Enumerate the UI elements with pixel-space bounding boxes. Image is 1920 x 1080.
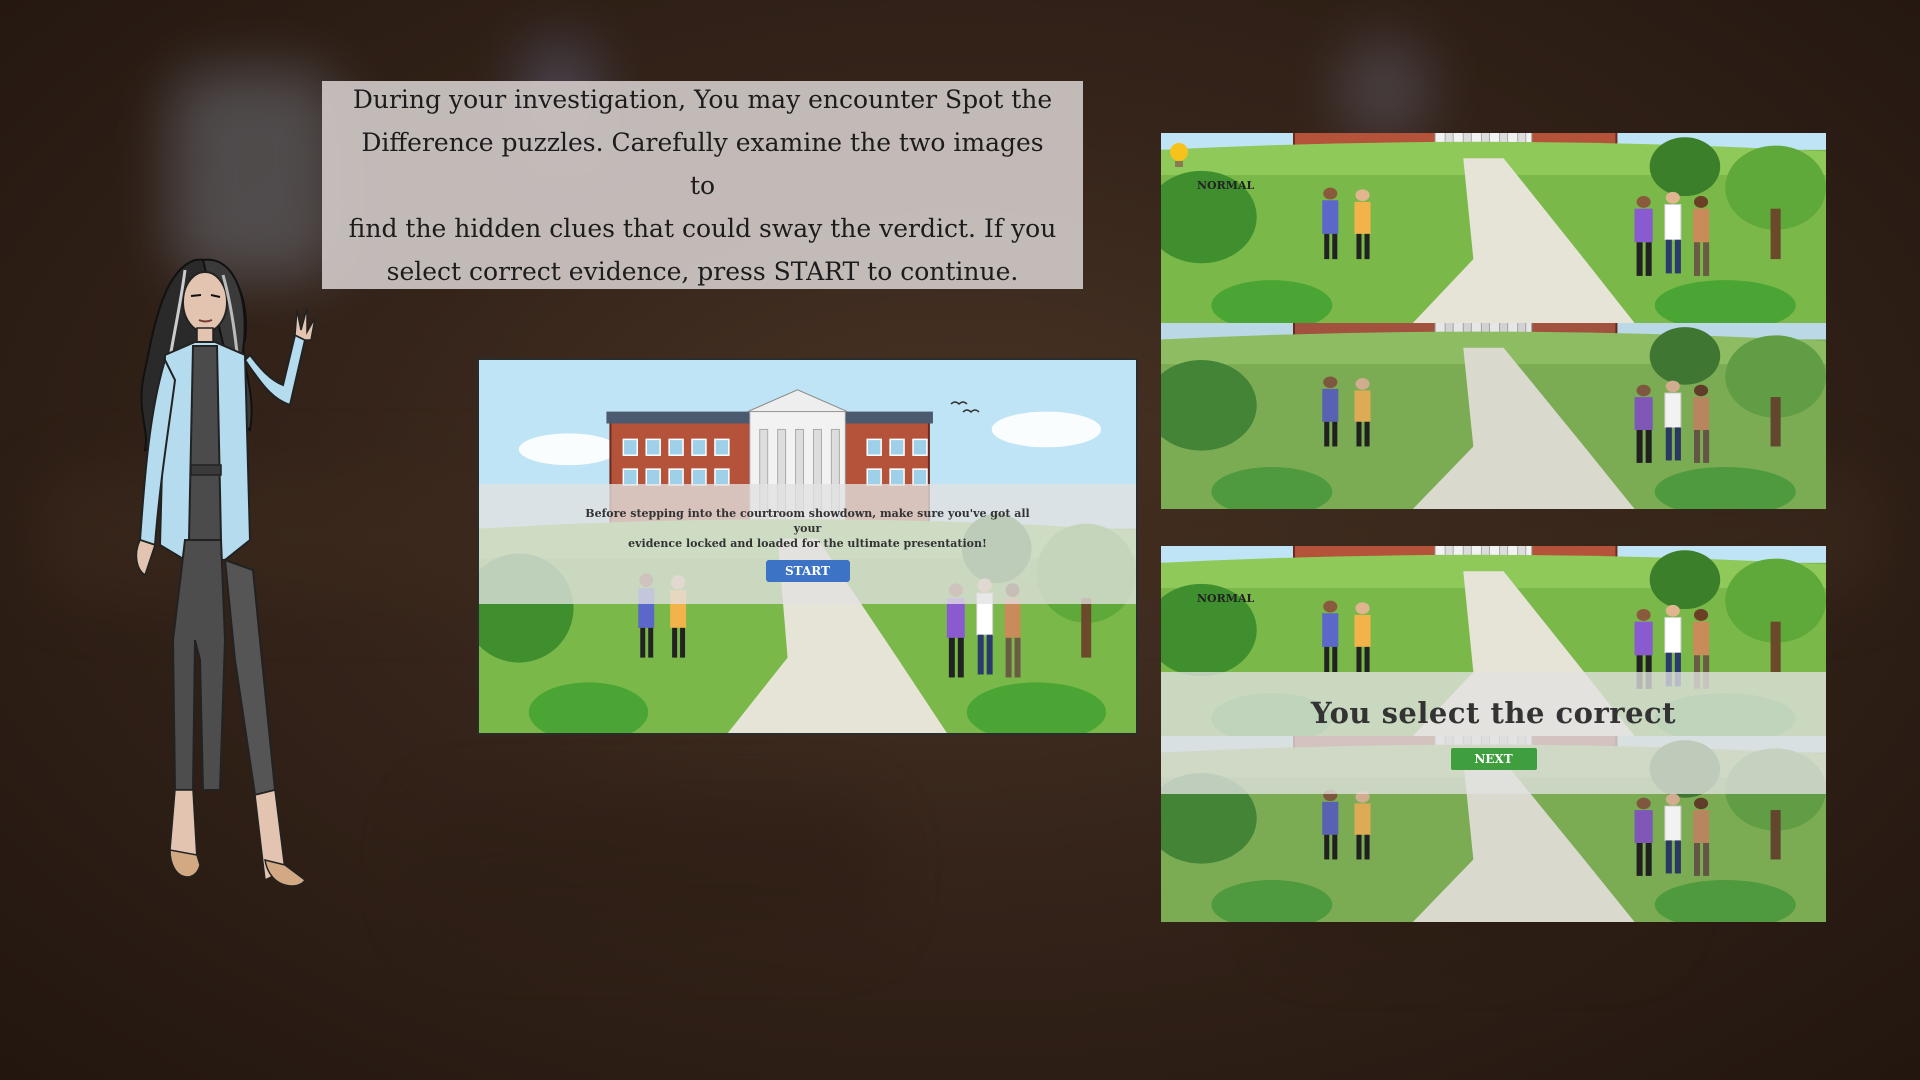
instruction-line: find the hidden clues that could sway th… [348,213,1057,243]
start-message: Before stepping into the courtroom showd… [573,506,1043,551]
start-button[interactable]: START [765,560,850,582]
puzzle-top-image[interactable] [1161,133,1826,323]
puzzle-bottom-image[interactable] [1161,323,1826,509]
result-message: You select the correct [1310,696,1677,730]
start-message-line: evidence locked and loaded for the ultim… [628,537,987,550]
instruction-line: select correct evidence, press START to … [386,256,1019,286]
lawyer-character-illustration [135,258,316,887]
result-screen-panel: NORMAL You select the correct NEXT [1161,546,1826,922]
instruction-line: Difference puzzles. Carefully examine th… [361,127,1044,200]
start-message-line: Before stepping into the courtroom showd… [585,507,1030,535]
start-message-band: Before stepping into the courtroom showd… [479,484,1136,604]
difficulty-label: NORMAL [1197,592,1255,605]
difficulty-label: NORMAL [1197,179,1255,192]
spot-difference-puzzle-panel: NORMAL [1161,133,1826,509]
lightbulb-icon[interactable] [1167,141,1191,171]
start-screen-panel: Before stepping into the courtroom showd… [477,358,1138,735]
next-button[interactable]: NEXT [1450,748,1537,770]
instruction-box: During your investigation, You may encou… [322,81,1083,289]
birds-icon [950,401,980,414]
instruction-line: During your investigation, You may encou… [352,84,1053,114]
result-message-band: You select the correct NEXT [1161,672,1826,794]
